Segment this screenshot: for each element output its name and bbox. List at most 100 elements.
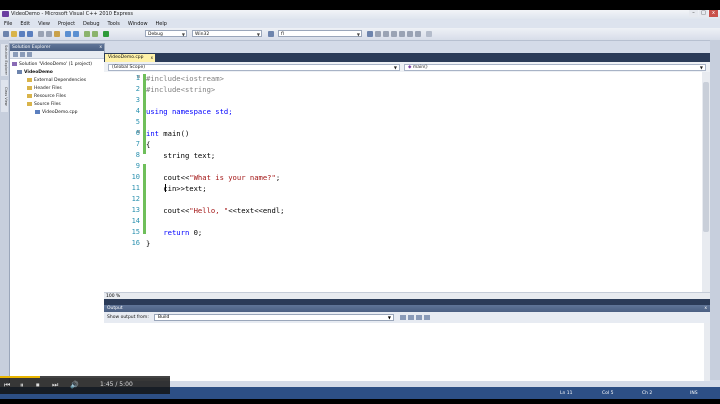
right-tool-strip: [710, 40, 720, 380]
tree-item-resource-files[interactable]: Resource Files: [10, 93, 104, 101]
cut-icon[interactable]: [38, 31, 44, 37]
code-line: {: [146, 140, 151, 149]
refresh-icon[interactable]: [27, 52, 32, 57]
output-window-icon[interactable]: [407, 31, 413, 37]
menu-project[interactable]: Project: [54, 19, 79, 27]
find-icon[interactable]: [367, 31, 373, 37]
solution-explorer-header: Solution Explorer x: [10, 44, 104, 51]
configuration-select[interactable]: Debug ▼: [145, 30, 187, 37]
close-icon[interactable]: x: [704, 305, 707, 312]
tab-videodemo-cpp[interactable]: VideoDemo.cpp x: [105, 54, 155, 62]
line-number: 4: [135, 107, 140, 115]
output-header: Output x: [104, 305, 710, 312]
cpp-file-icon: [35, 109, 40, 114]
start-page-icon[interactable]: [415, 31, 421, 37]
pause-icon[interactable]: ⏸: [20, 381, 24, 390]
tree-item-header-files[interactable]: Header Files: [10, 85, 104, 93]
find-combo[interactable]: fl ▼: [278, 30, 362, 37]
tree-item-source-files[interactable]: Source Files: [10, 101, 104, 109]
menu-edit[interactable]: Edit: [16, 19, 34, 27]
scrollbar-thumb[interactable]: [703, 82, 709, 232]
paste-icon[interactable]: [54, 31, 60, 37]
line-number: 11: [131, 184, 140, 192]
code-line: cout<<"What is your name?";: [146, 173, 281, 182]
code-line: using namespace std;: [146, 107, 233, 116]
menu-tools[interactable]: Tools: [104, 19, 124, 27]
tree-item-label: Header Files: [34, 86, 62, 91]
line-number: 13: [131, 206, 140, 214]
chevron-down-icon: ▼: [356, 32, 360, 37]
editor-vertical-scrollbar[interactable]: [702, 72, 710, 292]
code-line: string text;: [146, 151, 216, 160]
forward-icon[interactable]: ⏭: [52, 381, 58, 390]
toolbox-icon[interactable]: [391, 31, 397, 37]
solution-explorer-side-tab[interactable]: Solution Explorer: [1, 44, 8, 76]
line-number: 2: [135, 85, 140, 93]
line-number: 12: [131, 195, 140, 203]
word-wrap-icon[interactable]: [424, 315, 430, 320]
open-file-icon[interactable]: [11, 31, 17, 37]
code-line: #include<iostream>: [146, 74, 224, 83]
close-icon[interactable]: x: [99, 44, 102, 51]
code-line: cout<<"Hello, "<<text<<endl;: [146, 206, 285, 215]
output-source-select[interactable]: Build ▼: [154, 314, 394, 321]
navigate-forward-icon[interactable]: [92, 31, 98, 37]
new-project-icon[interactable]: [3, 31, 9, 37]
scope-select[interactable]: (Global Scope) ▼: [108, 64, 400, 71]
output-text-area[interactable]: [104, 323, 704, 381]
video-progress-bar[interactable]: [0, 376, 170, 378]
line-number: 16: [131, 239, 140, 247]
properties-icon[interactable]: [383, 31, 389, 37]
tree-item-project[interactable]: VideoDemo: [10, 69, 104, 77]
solution-tree: Solution 'VideoDemo' (1 project) VideoDe…: [10, 59, 104, 117]
find-in-files-icon[interactable]: [268, 31, 274, 37]
redo-icon[interactable]: [73, 31, 79, 37]
solution-explorer-panel: Solution Explorer x Solution 'VideoDemo'…: [9, 43, 105, 390]
start-debugging-icon[interactable]: [103, 31, 109, 37]
menu-debug[interactable]: Debug: [79, 19, 103, 27]
folder-icon: [27, 85, 32, 90]
scope-value: (Global Scope): [112, 65, 146, 70]
status-column: Col 5: [602, 391, 614, 396]
close-icon[interactable]: x: [151, 54, 153, 62]
class-view-side-tab[interactable]: Class View: [1, 80, 8, 112]
menu-help[interactable]: Help: [152, 19, 171, 27]
goto-previous-icon[interactable]: [400, 315, 406, 320]
visual-studio-icon: [2, 11, 9, 17]
goto-next-icon[interactable]: [408, 315, 414, 320]
solution-explorer-icon[interactable]: [375, 31, 381, 37]
solution-explorer-toolbar: [10, 51, 104, 59]
copy-icon[interactable]: [46, 31, 52, 37]
maximize-button[interactable]: □: [699, 10, 708, 17]
document-tab-strip: VideoDemo.cpp x: [104, 53, 710, 62]
stop-icon[interactable]: ⏹: [36, 381, 40, 390]
menu-view[interactable]: View: [34, 19, 54, 27]
member-select[interactable]: ◆ main() ▼: [404, 64, 706, 71]
clear-all-icon[interactable]: [416, 315, 422, 320]
save-all-icon[interactable]: [27, 31, 33, 37]
options-icon[interactable]: [426, 31, 432, 37]
undo-icon[interactable]: [65, 31, 71, 37]
tree-item-external-dependencies[interactable]: External Dependencies: [10, 77, 104, 85]
tree-item-label: Resource Files: [34, 94, 66, 99]
tree-item-videodemo-cpp[interactable]: VideoDemo.cpp: [10, 109, 104, 117]
menu-window[interactable]: Window: [124, 19, 152, 27]
navigate-back-icon[interactable]: [84, 31, 90, 37]
line-number: 7: [135, 140, 140, 148]
show-all-files-icon[interactable]: [20, 52, 25, 57]
properties-icon[interactable]: [13, 52, 18, 57]
show-output-from-label: Show output from:: [107, 315, 149, 320]
extension-manager-icon[interactable]: [399, 31, 405, 37]
tree-item-solution[interactable]: Solution 'VideoDemo' (1 project): [10, 61, 104, 69]
close-button[interactable]: x: [709, 10, 718, 17]
code-editor[interactable]: ⊟ ⊟ 1 2 3 4 5 6 7 8 9 10 11 12 13 14 15 …: [104, 72, 702, 292]
minimize-button[interactable]: –: [689, 10, 698, 17]
folder-icon: [27, 101, 32, 106]
menu-file[interactable]: File: [0, 19, 16, 27]
volume-icon[interactable]: 🔊: [70, 381, 79, 389]
save-icon[interactable]: [19, 31, 25, 37]
member-value: main(): [412, 65, 428, 70]
platform-select[interactable]: Win32 ▼: [192, 30, 262, 37]
code-line: cin>>text;: [146, 184, 207, 193]
rewind-icon[interactable]: ⏮: [4, 381, 10, 390]
